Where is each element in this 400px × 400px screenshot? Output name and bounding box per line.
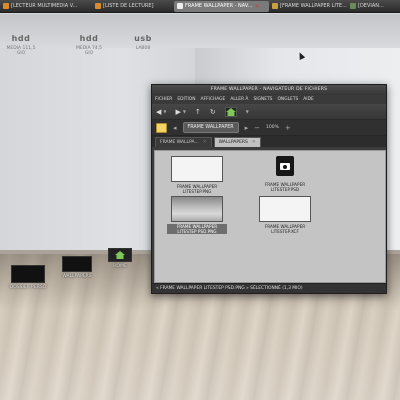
image-file-icon — [276, 156, 294, 176]
file-name: FRAME WALLPAPER LITESTEP PSD.PNG — [167, 224, 227, 234]
tab-label: WALLPAPERS — [218, 140, 248, 145]
file-item[interactable]: FRAME WALLPAPER LITESTEP.PNG — [167, 156, 227, 194]
home-icon — [108, 248, 132, 262]
tab-wallpapers[interactable]: WALLPAPERS ✕ — [213, 137, 261, 147]
file-view[interactable]: FRAME WALLPAPER LITESTEP.PNG FRAME WALLP… — [154, 150, 386, 283]
folder-icon — [177, 3, 183, 9]
drive-name: usb — [134, 34, 152, 43]
chevron-down-icon[interactable]: ▼ — [246, 109, 249, 114]
up-arrow-icon: ↑ — [194, 107, 201, 116]
reload-icon: ↻ — [209, 107, 216, 116]
drive-hdd-1[interactable]: hdd MEDIA 111,5 GIO — [4, 34, 38, 56]
back-button[interactable]: ◀ ▼ — [156, 108, 166, 116]
file-manager-window: FRAME WALLPAPER - NAVIGATEUR DE FICHIERS… — [151, 84, 387, 294]
zoom-out-icon[interactable]: − — [254, 124, 260, 132]
drive-sub: MEDIA 111,5 GIO — [6, 46, 36, 56]
chevron-down-icon[interactable]: ▼ — [163, 109, 166, 114]
dock-wallpapers[interactable]: WALLPAPERS — [56, 256, 98, 279]
task-label: [LISTE DE LECTURE] — [103, 3, 154, 9]
task-playlist[interactable]: [LISTE DE LECTURE] — [92, 1, 174, 12]
dock-home-folder[interactable]: DOSSIER PERSO — [2, 265, 54, 290]
computer-button[interactable]: ▼ — [246, 109, 249, 114]
close-icon[interactable]: ✕ — [203, 140, 207, 145]
tab-frame-wallpaper[interactable]: FRAME WALLPA... ✕ — [155, 137, 212, 147]
dock-label: HOME — [113, 264, 127, 269]
tab-label: FRAME WALLPA... — [160, 140, 199, 145]
file-thumbnail — [171, 156, 223, 182]
image-icon — [272, 3, 278, 9]
dock-label: WALLPAPERS — [62, 274, 92, 279]
close-icon[interactable]: ✕ — [254, 3, 259, 10]
file-item[interactable]: FRAME WALLPAPER LITESTEP.PSD — [255, 156, 315, 192]
chevron-left-icon[interactable]: ◂ — [173, 124, 177, 132]
drive-name: hdd — [11, 34, 31, 43]
task-media-player[interactable]: [LECTEUR MULTIMEDIA V... — [0, 1, 92, 12]
drive-usb[interactable]: usb LAB08 — [128, 34, 158, 51]
playlist-icon — [95, 3, 101, 9]
menu-bar: FICHIER EDITION AFFICHAGE ALLER À SIGNET… — [152, 95, 386, 104]
menu-help[interactable]: AIDE — [303, 97, 313, 102]
file-name: FRAME WALLPAPER LITESTEP.PSD — [264, 182, 306, 192]
breadcrumb[interactable]: FRAME WALLPAPER — [182, 122, 239, 133]
task-label: [DEVIAN... — [358, 3, 384, 9]
forward-button[interactable]: ▶ ▼ — [175, 108, 185, 116]
task-label: [LECTEUR MULTIMEDIA V... — [11, 3, 78, 9]
menu-file[interactable]: FICHIER — [155, 97, 172, 102]
chevron-right-icon[interactable]: ▸ — [245, 124, 249, 132]
drive-sub: LAB08 — [135, 46, 151, 51]
home-icon — [224, 106, 237, 117]
task-wallpaper-lite[interactable]: [FRAME WALLPAPER LITE... — [269, 1, 347, 12]
menu-bookmarks[interactable]: SIGNETS — [253, 97, 272, 102]
location-bar: ◂ FRAME WALLPAPER ▸ − 100% + — [152, 120, 386, 136]
zoom-level[interactable]: 100% — [266, 125, 279, 130]
file-thumbnail — [171, 196, 223, 222]
file-name: FRAME WALLPAPER LITESTEP.PNG — [176, 184, 218, 194]
dock-home[interactable]: HOME — [104, 248, 136, 269]
back-icon: ◀ — [156, 107, 162, 116]
task-deviantart[interactable]: [DEVIAN... — [347, 1, 399, 12]
drive-hdd-2[interactable]: hdd MEDIA 74,5 GIO — [72, 34, 106, 56]
zoom-in-icon[interactable]: + — [285, 124, 291, 132]
menu-view[interactable]: AFFICHAGE — [200, 97, 225, 102]
status-bar: « FRAME WALLPAPER LITESTEP PSD.PNG » SÉL… — [152, 283, 386, 293]
browser-icon — [350, 3, 356, 9]
home-button[interactable] — [224, 106, 237, 117]
top-panel: [LECTEUR MULTIMEDIA V... [LISTE DE LECTU… — [0, 0, 400, 13]
toolbar: ◀ ▼ ▶ ▼ ↑ ↻ ▼ — [152, 104, 386, 120]
drive-sub: MEDIA 74,5 GIO — [75, 46, 103, 56]
dock-label: DOSSIER PERSO — [9, 285, 47, 290]
menu-tabs[interactable]: ONGLETS — [277, 97, 298, 102]
chevron-down-icon[interactable]: ▼ — [183, 109, 186, 114]
task-label: [FRAME WALLPAPER LITE... — [280, 3, 347, 9]
file-name: FRAME WALLPAPER LITESTEP.XCF — [264, 224, 306, 234]
file-item[interactable]: FRAME WALLPAPER LITESTEP.XCF — [255, 196, 315, 234]
reload-button[interactable]: ↻ — [210, 108, 216, 116]
ceiling — [0, 14, 400, 48]
drive-name: hdd — [79, 34, 99, 43]
media-player-icon — [3, 3, 9, 9]
task-file-manager[interactable]: FRAME WALLPAPER - NAV... ✕ — [174, 0, 269, 12]
menu-edit[interactable]: EDITION — [177, 97, 195, 102]
tab-bar: FRAME WALLPA... ✕ WALLPAPERS ✕ — [152, 136, 386, 147]
window-title: FRAME WALLPAPER - NAVIGATEUR DE FICHIERS — [152, 85, 386, 95]
up-button[interactable]: ↑ — [195, 108, 201, 116]
task-label: FRAME WALLPAPER - NAV... — [185, 3, 253, 9]
folder-icon — [11, 265, 45, 283]
menu-go[interactable]: ALLER À — [230, 97, 248, 102]
close-icon[interactable]: ✕ — [252, 140, 256, 145]
file-thumbnail — [259, 196, 311, 222]
folder-icon — [62, 256, 92, 272]
forward-icon: ▶ — [175, 107, 181, 116]
edit-location-icon[interactable] — [156, 122, 167, 133]
file-item-selected[interactable]: FRAME WALLPAPER LITESTEP PSD.PNG — [167, 196, 227, 234]
